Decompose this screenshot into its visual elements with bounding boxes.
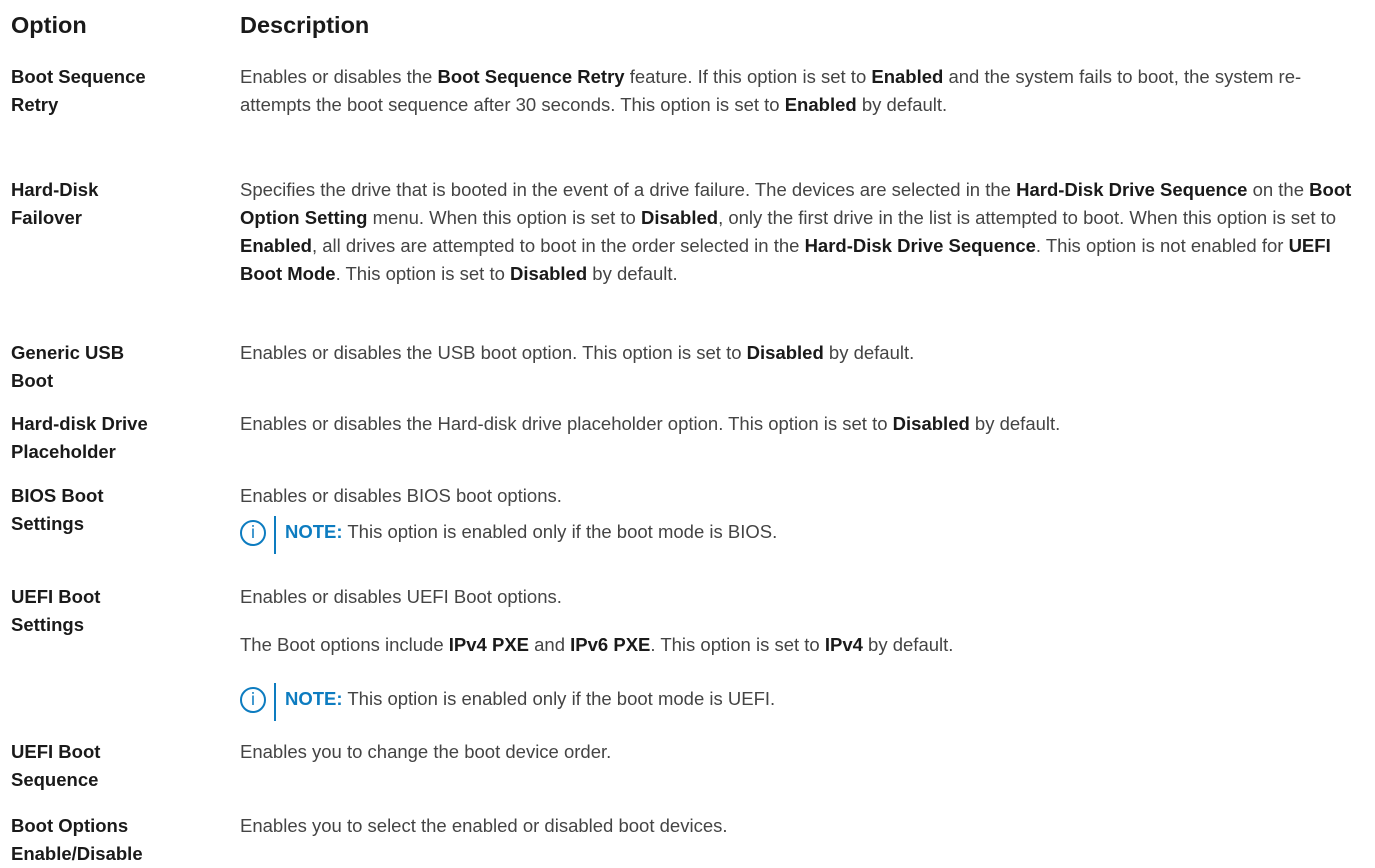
info-circle-icon: i xyxy=(240,520,266,546)
text-run: . This option is not enabled for xyxy=(1035,235,1289,256)
option-description: Enables or disables the USB boot option.… xyxy=(240,339,1368,367)
description-paragraph: Enables or disables BIOS boot options. xyxy=(240,482,1368,510)
description-column-header: Description xyxy=(240,12,370,38)
bold-term: Enabled xyxy=(240,235,312,256)
option-name-line: Sequence xyxy=(11,769,99,790)
bold-term: Hard-Disk Drive Sequence xyxy=(804,235,1036,256)
bold-term: Disabled xyxy=(892,413,970,434)
option-name: Generic USB Boot xyxy=(11,339,211,395)
option-description: Specifies the drive that is booted in th… xyxy=(240,176,1368,288)
option-description: Enables or disables the Boot Sequence Re… xyxy=(240,63,1368,119)
bold-term: Enabled xyxy=(871,66,944,87)
text-run: by default. xyxy=(969,413,1061,434)
description-paragraph: The Boot options include IPv4 PXE and IP… xyxy=(240,631,953,659)
option-name-line: Placeholder xyxy=(11,441,116,462)
text-run: Enables or disables the USB boot option.… xyxy=(240,342,747,363)
note-label: NOTE: xyxy=(285,521,343,542)
option-name-line: UEFI Boot xyxy=(11,586,101,607)
note-text: NOTE: This option is enabled only if the… xyxy=(285,685,775,713)
note-divider xyxy=(274,516,276,554)
bold-term: IPv4 PXE xyxy=(448,634,529,655)
option-name-line: Generic USB xyxy=(11,342,125,363)
text-run: by default. xyxy=(587,263,678,284)
note-box: i NOTE: This option is enabled only if th… xyxy=(240,516,1340,554)
option-name-line: Settings xyxy=(11,614,84,635)
option-name-line: UEFI Boot xyxy=(11,741,101,762)
description-paragraph: Enables you to select the enabled or dis… xyxy=(240,812,1368,840)
note-divider xyxy=(274,683,276,721)
option-name-line: Boot Sequence xyxy=(11,66,146,87)
bold-term: Disabled xyxy=(640,207,719,228)
option-description: Enables or disables the Hard-disk drive … xyxy=(240,410,1368,438)
option-description: Enables you to change the boot device or… xyxy=(240,738,1368,766)
option-name-line: BIOS Boot xyxy=(11,485,104,506)
text-run: Enables you to change the boot device or… xyxy=(240,741,612,762)
option-description: Enables you to select the enabled or dis… xyxy=(240,812,1368,840)
text-run: Enables or disables the xyxy=(240,66,438,87)
description-paragraph: Enables or disables the Boot Sequence Re… xyxy=(240,63,1368,119)
option-description: Enables or disables BIOS boot options. i N… xyxy=(240,482,1368,554)
option-name-line: Retry xyxy=(11,94,59,115)
option-name-line: Settings xyxy=(11,513,84,534)
option-name-line: Enable/Disable xyxy=(11,843,143,864)
text-run: by default. xyxy=(856,94,948,115)
option-name-line: Failover xyxy=(11,207,82,228)
description-paragraph: Enables you to change the boot device or… xyxy=(240,738,1368,766)
note-box: i NOTE: This option is enabled only if th… xyxy=(240,683,1340,721)
bold-term: Enabled xyxy=(784,94,857,115)
note-label: NOTE: xyxy=(285,688,343,709)
option-name: BIOS Boot Settings xyxy=(11,482,211,538)
note-body: This option is enabled only if the boot … xyxy=(342,521,778,542)
option-name: Boot Options Enable/Disable xyxy=(11,812,211,868)
option-name-line: Boot xyxy=(11,370,54,391)
text-run: Enables you to select the enabled or dis… xyxy=(240,815,728,836)
note-body: This option is enabled only if the boot … xyxy=(342,688,776,709)
option-name: UEFI Boot Sequence xyxy=(11,738,211,794)
text-run: , all drives are attempted to boot in th… xyxy=(311,235,805,256)
note-text: NOTE: This option is enabled only if the… xyxy=(285,518,777,546)
bold-term: IPv6 PXE xyxy=(570,634,651,655)
page: Option Description Boot Sequence Retry Ena… xyxy=(0,0,1375,868)
bold-term: Hard-Disk Drive Sequence xyxy=(1016,179,1248,200)
text-run: menu. When this option is set to xyxy=(367,207,641,228)
option-name-line: Hard-Disk xyxy=(11,179,99,200)
text-run: feature. If this option is set to xyxy=(624,66,872,87)
bold-term: IPv4 xyxy=(824,634,863,655)
description-paragraph: Enables or disables the Hard-disk drive … xyxy=(240,410,1368,438)
text-run: by default. xyxy=(862,634,954,655)
option-column-header: Option xyxy=(11,12,87,38)
info-circle-icon: i xyxy=(240,687,266,713)
text-run: , only the first drive in the list is at… xyxy=(718,207,1337,228)
text-run: Enables or disables UEFI Boot options. xyxy=(240,586,562,607)
text-run: and xyxy=(529,634,571,655)
option-name-line: Boot Options xyxy=(11,815,129,836)
text-run: by default. xyxy=(823,342,915,363)
bold-term: Boot Sequence Retry xyxy=(437,66,625,87)
option-name: UEFI Boot Settings xyxy=(11,583,211,639)
text-run: Specifies the drive that is booted in th… xyxy=(240,179,1017,200)
option-name: Boot Sequence Retry xyxy=(11,63,211,119)
bold-term: Disabled xyxy=(746,342,824,363)
text-run: The Boot options include xyxy=(240,634,449,655)
bold-term: Disabled xyxy=(510,263,588,284)
option-name: Hard-Disk Failover xyxy=(11,176,211,232)
description-paragraph: Specifies the drive that is booted in th… xyxy=(240,176,1368,288)
text-run: . This option is set to xyxy=(650,634,825,655)
option-name-line: Hard-disk Drive xyxy=(11,413,148,434)
description-paragraph: Enables or disables UEFI Boot options. xyxy=(240,583,1368,611)
text-run: Enables or disables the Hard-disk drive … xyxy=(240,413,893,434)
option-name: Hard-disk Drive Placeholder xyxy=(11,410,211,466)
text-run: . This option is set to xyxy=(335,263,511,284)
text-run: Enables or disables BIOS boot options. xyxy=(240,485,562,506)
description-paragraph: Enables or disables the USB boot option.… xyxy=(240,339,1368,367)
option-description: Enables or disables UEFI Boot options. Th… xyxy=(240,583,1368,721)
text-run: on the xyxy=(1247,179,1310,200)
